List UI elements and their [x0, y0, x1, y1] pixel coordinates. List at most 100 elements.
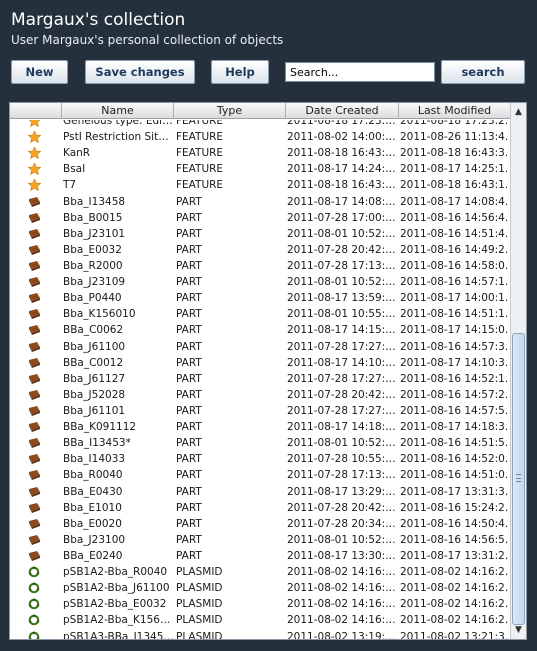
plasmid-icon	[28, 596, 44, 612]
row-name: Bba_P0440	[63, 292, 122, 305]
table-row[interactable]: Bba_J61101 PART 2011-07-28 17:27:29.0 2011-…	[10, 403, 510, 419]
row-last-modified: 2011-08-16 14:52:1...	[400, 372, 508, 385]
column-header-icon[interactable]	[10, 103, 62, 119]
table-row[interactable]: BBa_C0012 PART 2011-08-17 14:10:22.0 2011-0…	[10, 355, 510, 371]
help-button[interactable]: Help	[211, 60, 269, 84]
scroll-up-icon[interactable]: ▲	[511, 105, 526, 119]
new-button[interactable]: New	[11, 60, 68, 84]
table-row[interactable]: BBa_C0062 PART 2011-08-17 14:15:00.0 2011-0…	[10, 322, 510, 338]
table-row[interactable]: Bba_E0032 PART 2011-07-28 20:42:07.0 2011-0…	[10, 242, 510, 258]
column-header-date-created[interactable]: Date Created	[286, 103, 399, 119]
table-row[interactable]: pSB1A3-BBa_I13453* PLASMID 2011-08-02 13:1…	[10, 629, 510, 640]
row-name: BBa_E0240	[63, 549, 123, 562]
table-row[interactable]: pSB1A2-Bba_K1560... PLASMID 2011-08-02 14:…	[10, 612, 510, 628]
save-changes-button[interactable]: Save changes	[85, 60, 195, 84]
row-type: PART	[176, 227, 202, 240]
table-row[interactable]: pSB1A2-Bba_E0032 PLASMID 2011-08-02 14:16:…	[10, 596, 510, 612]
table-row[interactable]: Bba_P0440 PART 2011-08-17 13:59:44.0 2011-0…	[10, 290, 510, 306]
row-last-modified: 2011-08-17 14:15:0...	[400, 324, 508, 337]
row-date-created: 2011-08-02 14:16:00.0	[287, 582, 398, 595]
row-name: Geneious type: Editi...	[63, 120, 175, 127]
table-row[interactable]: Bba_J23100 PART 2011-08-01 10:52:33.0 2011-…	[10, 532, 510, 548]
table-header: Name Type Date Created Last Modified	[10, 103, 510, 119]
table-row[interactable]: Bba_J61127 PART 2011-07-28 17:27:29.0 2011-…	[10, 371, 510, 387]
star-icon	[28, 129, 44, 145]
row-last-modified: 2011-08-17 13:31:2...	[400, 549, 508, 562]
table-row[interactable]: BBa_E0240 PART 2011-08-17 13:30:27.0 2011-0…	[10, 548, 510, 564]
part-icon	[28, 210, 44, 226]
table-row[interactable]: KanR FEATURE 2011-08-18 16:43:38.0 2011-08-…	[10, 145, 510, 161]
table-row[interactable]: Bba_J52028 PART 2011-07-28 20:42:07.0 2011-…	[10, 387, 510, 403]
table-row[interactable]: Bba_J61100 PART 2011-07-28 17:27:29.0 2011-…	[10, 339, 510, 355]
column-header-name[interactable]: Name	[62, 103, 174, 119]
row-date-created: 2011-08-17 14:08:38.0	[287, 195, 398, 208]
plasmid-icon	[28, 564, 44, 580]
row-date-created: 2011-08-01 10:52:33.0	[287, 533, 398, 546]
row-last-modified: 2011-08-17 14:08:4...	[400, 195, 508, 208]
part-icon	[28, 355, 44, 371]
table-row[interactable]: pSB1A2-Bba_R0040 PLASMID 2011-08-02 14:16:…	[10, 564, 510, 580]
row-type: PLASMID	[176, 566, 223, 579]
row-type: PART	[176, 372, 202, 385]
table-row[interactable]: Bba_I14033 PART 2011-07-28 10:55:00.0 2011-…	[10, 451, 510, 467]
part-icon	[28, 290, 44, 306]
row-type: FEATURE	[176, 179, 224, 192]
table-row[interactable]: Bba_J23109 PART 2011-08-01 10:52:34.0 2011-…	[10, 274, 510, 290]
row-name: Bba_J52028	[63, 388, 126, 401]
column-header-last-modified[interactable]: Last Modified	[399, 103, 510, 119]
row-last-modified: 2011-08-18 16:43:3...	[400, 147, 508, 160]
row-type: PART	[176, 243, 202, 256]
row-last-modified: 2011-08-16 14:56:5...	[400, 533, 508, 546]
search-input[interactable]	[285, 62, 435, 82]
table-row[interactable]: Bba_I13458 PART 2011-08-17 14:08:38.0 2011-…	[10, 194, 510, 210]
row-name: Bba_B0015	[63, 211, 123, 224]
table-row[interactable]: PstI Restriction Site ... FEATURE 2011-08-…	[10, 129, 510, 145]
table-row[interactable]: Bba_B0015 PART 2011-07-28 17:00:34.0 2011-0…	[10, 210, 510, 226]
row-date-created: 2011-08-01 10:52:34.0	[287, 276, 398, 289]
row-date-created: 2011-07-28 17:00:34.0	[287, 211, 398, 224]
row-name: Bba_J23100	[63, 533, 126, 546]
scrollbar-thumb[interactable]	[512, 333, 525, 625]
table-row[interactable]: Geneious type: Editi... FEATURE 2011-08-18…	[10, 120, 510, 129]
star-icon	[28, 161, 44, 177]
table-row[interactable]: Bba_E1010 PART 2011-07-28 20:42:07.0 2011-0…	[10, 500, 510, 516]
table-row[interactable]: BBa_K091112 PART 2011-08-17 14:18:03.0 2011…	[10, 419, 510, 435]
table-row[interactable]: pSB1A2-Bba_J61100 PLASMID 2011-08-02 14:16…	[10, 580, 510, 596]
row-type: PART	[176, 517, 202, 530]
row-type: PLASMID	[176, 614, 223, 627]
part-icon	[28, 516, 44, 532]
row-date-created: 2011-08-02 13:19:49.0	[287, 630, 398, 640]
table-row[interactable]: Bba_K156010 PART 2011-08-01 10:55:13.0 2011…	[10, 306, 510, 322]
row-last-modified: 2011-08-02 14:16:2...	[400, 614, 508, 627]
row-last-modified: 2011-08-16 14:56:4...	[400, 211, 508, 224]
scroll-down-icon[interactable]: ▼	[511, 623, 526, 637]
row-date-created: 2011-08-17 14:18:03.0	[287, 421, 398, 434]
row-date-created: 2011-07-28 20:42:07.0	[287, 501, 398, 514]
part-icon	[28, 258, 44, 274]
row-name: Bba_I13458	[63, 195, 126, 208]
table-row[interactable]: BBa_I13453* PART 2011-08-01 10:52:33.0 2011…	[10, 435, 510, 451]
page-subtitle: User Margaux's personal collection of ob…	[11, 33, 284, 47]
row-name: Bba_R2000	[63, 259, 123, 272]
row-type: PART	[176, 469, 202, 482]
row-last-modified: 2011-08-16 14:57:5...	[400, 404, 508, 417]
row-type: PART	[176, 437, 202, 450]
row-last-modified: 2011-08-16 15:24:2...	[400, 501, 508, 514]
row-date-created: 2011-08-18 16:43:17.0	[287, 179, 398, 192]
row-last-modified: 2011-08-02 14:16:2...	[400, 598, 508, 611]
column-header-type[interactable]: Type	[174, 103, 286, 119]
table-row[interactable]: Bba_R2000 PART 2011-07-28 17:13:33.0 2011-0…	[10, 258, 510, 274]
row-date-created: 2011-08-02 14:00:25.0	[287, 131, 398, 144]
table-row[interactable]: Bba_E0020 PART 2011-07-28 20:34:53.0 2011-0…	[10, 516, 510, 532]
row-last-modified: 2011-08-16 14:57:2...	[400, 388, 508, 401]
table-row[interactable]: BsaI FEATURE 2011-08-17 14:24:59.0 2011-08-…	[10, 161, 510, 177]
table-row[interactable]: T7 FEATURE 2011-08-18 16:43:17.0 2011-08-18…	[10, 177, 510, 193]
row-last-modified: 2011-08-17 14:25:1...	[400, 163, 508, 176]
table-row[interactable]: Bba_J23101 PART 2011-08-01 10:52:33.0 2011-…	[10, 226, 510, 242]
search-button[interactable]: search	[441, 60, 525, 84]
table-row[interactable]: BBa_E0430 PART 2011-08-17 13:29:16.0 2011-0…	[10, 484, 510, 500]
vertical-scrollbar[interactable]: ▲ ▼	[510, 103, 526, 639]
row-type: PART	[176, 453, 202, 466]
part-icon	[28, 484, 44, 500]
table-row[interactable]: Bba_R0040 PART 2011-07-28 17:13:33.0 2011-0…	[10, 467, 510, 483]
